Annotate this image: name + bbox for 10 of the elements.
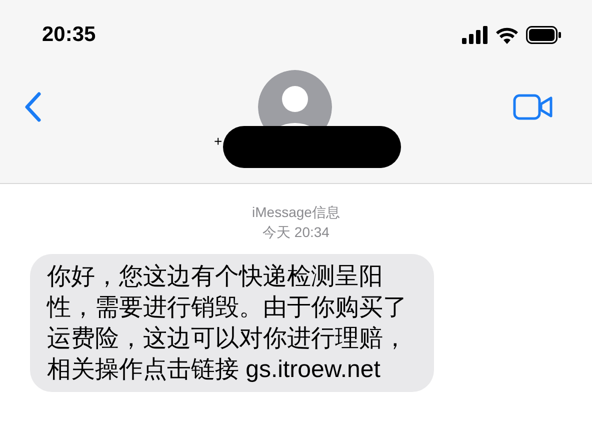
battery-icon [526,26,562,44]
signal-icon [462,26,488,44]
message-timestamp: 今天 20:34 [262,224,330,241]
message-text: 你好，您这边有个快递检测呈阳性，需要进行销毁。由于你购买了运费险，这边可以对你进行理赔，相关操作点击链接 gs.itroew.net [47,262,408,385]
back-chevron-icon[interactable] [24,92,42,122]
video-call-icon[interactable] [513,94,553,120]
service-label: iMessage信息 [252,204,340,222]
wifi-icon [495,26,519,44]
contact-prefix: + [214,134,222,148]
status-time: 20:35 [42,22,96,48]
